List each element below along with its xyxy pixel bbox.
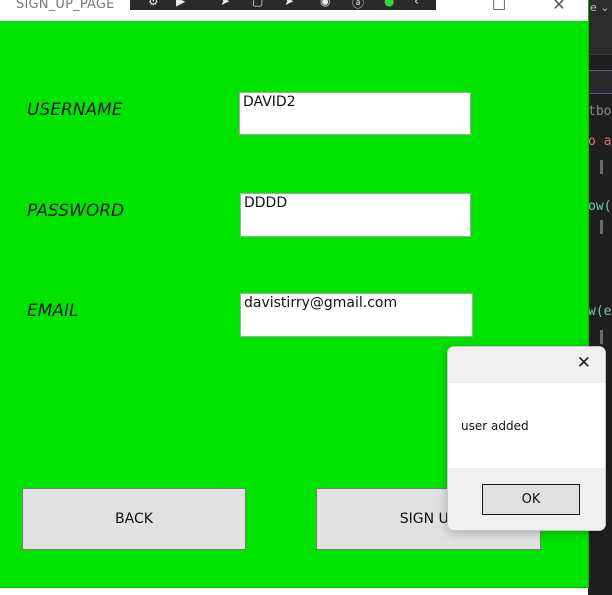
password-label: PASSWORD	[27, 201, 125, 221]
back-button[interactable]: BACK	[22, 488, 246, 550]
overlay-toolbar: ⚙ ▶ ➤ ▢ ➤ ◉ ⓐ ● ‹	[130, 0, 436, 10]
editor-indent-guide	[600, 160, 603, 174]
editor-divider	[588, 54, 612, 55]
collapse-icon[interactable]: ‹	[414, 0, 419, 8]
editor-selection-lane	[588, 70, 612, 94]
code-fragment: w(e	[588, 304, 612, 319]
video-icon[interactable]: ▶	[176, 0, 185, 8]
dialog-message: user added	[461, 419, 529, 433]
dialog-close-icon[interactable]: ✕	[577, 353, 591, 373]
settings-icon[interactable]: ⚙	[148, 0, 159, 8]
code-fragment: tbox	[588, 104, 612, 119]
editor-indent-guide	[600, 220, 603, 234]
maximize-icon[interactable]: ☐	[484, 0, 514, 14]
ok-button[interactable]: OK	[482, 484, 580, 515]
code-fragment: ow(	[588, 199, 612, 214]
title-bar: SIGN_UP_PAGE ⚙ ▶ ➤ ▢ ➤ ◉ ⓐ ● ‹ ☐ ✕	[0, 0, 588, 21]
username-label: USERNAME	[27, 100, 123, 120]
code-fragment: o a	[588, 134, 612, 149]
window-title: SIGN_UP_PAGE	[16, 0, 115, 12]
editor-tabs	[588, 18, 612, 54]
editor-tab-fragment: e ⌄	[590, 1, 610, 14]
frame-icon[interactable]: ▢	[252, 0, 263, 8]
close-icon[interactable]: ✕	[544, 0, 574, 14]
record-icon[interactable]: ◉	[320, 0, 330, 8]
editor-topbar: e ⌄	[588, 0, 612, 18]
password-input[interactable]: DDDD	[240, 193, 471, 237]
email-label: EMAIL	[27, 301, 79, 321]
editor-indent-guide	[600, 330, 603, 344]
email-input[interactable]: davistirry@gmail.com	[240, 293, 473, 337]
status-icon[interactable]: ●	[384, 0, 394, 8]
pointer-icon[interactable]: ➤	[220, 0, 230, 8]
accessibility-icon[interactable]: ⓐ	[352, 0, 364, 11]
pointer-plus-icon[interactable]: ➤	[284, 0, 294, 8]
username-input[interactable]: DAVID2	[239, 92, 471, 135]
message-dialog: ✕ user added OK	[447, 346, 606, 531]
